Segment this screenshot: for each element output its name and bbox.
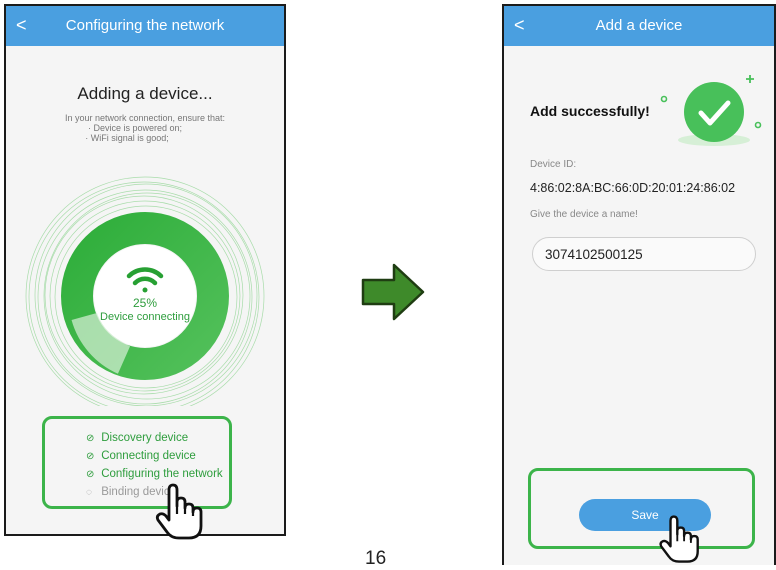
progress-ring <box>25 176 265 406</box>
pointing-hand-icon <box>155 483 203 540</box>
save-highlight-box <box>528 468 755 549</box>
right-arrow-icon <box>361 263 425 321</box>
right-header-bar: < Add a device <box>504 6 774 46</box>
page-number: 16 <box>365 548 387 569</box>
device-id-label: Device ID: <box>530 159 577 170</box>
left-header-bar: < Configuring the network <box>6 6 284 46</box>
instruction-line: In your network connection, ensure that: <box>64 113 226 123</box>
instruction-line: · WiFi signal is good; <box>85 133 169 143</box>
instruction-line: · Device is powered on; <box>87 123 183 133</box>
instructions: In your network connection, ensure that:… <box>6 113 284 143</box>
success-text: Add successfully! <box>530 103 650 119</box>
device-id-value: 4:86:02:8A:BC:66:0D:20:01:24:86:02 <box>530 181 736 195</box>
success-check-icon <box>660 75 762 146</box>
progress-status: Device connecting <box>100 311 190 323</box>
page-title: Add a device <box>595 17 683 34</box>
name-prompt: Give the device a name! <box>530 209 638 220</box>
device-name-input[interactable] <box>532 237 756 271</box>
progress-percent: 25% <box>132 296 158 310</box>
pointing-hand-icon <box>659 515 699 563</box>
page-title: Configuring the network <box>65 17 225 34</box>
adding-heading: Adding a device... <box>77 84 213 103</box>
